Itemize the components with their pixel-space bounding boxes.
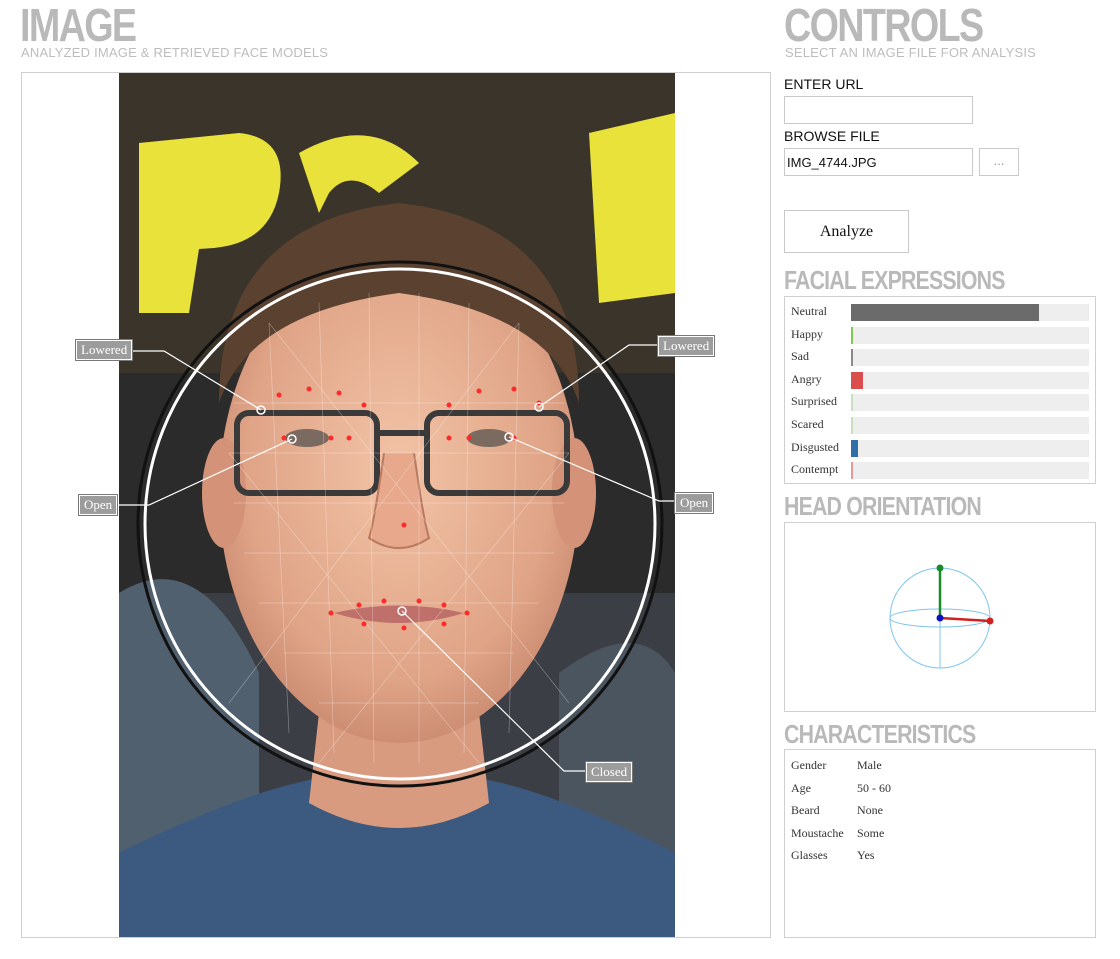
expression-bar-fill xyxy=(851,304,1040,321)
right-eye-tag: Open xyxy=(673,492,715,514)
expression-bar-track xyxy=(851,326,1089,344)
characteristic-key: Glasses xyxy=(791,848,828,862)
head-orientation-title: HEAD ORIENTATION xyxy=(784,491,982,521)
characteristic-row-age: Age 50 - 60 xyxy=(791,781,891,796)
expression-bar-fill xyxy=(851,394,853,412)
controls-section-subtitle: SELECT AN IMAGE FILE FOR ANALYSIS xyxy=(785,45,1037,60)
characteristic-key: Beard xyxy=(791,803,820,817)
expression-label: Scared xyxy=(791,417,824,431)
left-eye-tag: Open xyxy=(77,494,119,516)
expression-row-neutral: Neutral xyxy=(785,301,1089,323)
left-brow-tag: Lowered xyxy=(74,339,134,361)
browse-file-label: BROWSE FILE xyxy=(784,128,880,144)
z-axis-dot xyxy=(936,614,944,622)
expression-row-angry: Angry xyxy=(785,369,1089,391)
characteristic-key: Age xyxy=(791,780,811,795)
characteristic-row-glasses: Glasses Yes xyxy=(791,848,874,863)
characteristic-row-gender: Gender Male xyxy=(791,758,882,773)
expression-row-sad: Sad xyxy=(785,346,1089,368)
expression-bar-track xyxy=(851,349,1089,367)
controls-section-title: CONTROLS xyxy=(784,0,984,51)
facial-expressions-title: FACIAL EXPRESSIONS xyxy=(784,265,1005,295)
mouth-tag: Closed xyxy=(584,761,634,783)
x-axis-dot xyxy=(986,617,994,625)
right-brow-tag: Lowered xyxy=(656,335,716,357)
expression-bar-track xyxy=(851,371,1089,389)
y-axis-dot xyxy=(936,564,944,572)
characteristic-key: Moustache xyxy=(791,825,844,840)
characteristic-value: None xyxy=(857,803,883,817)
expression-bar-fill xyxy=(851,417,853,434)
expression-bar-track xyxy=(851,394,1089,412)
expression-bar-track xyxy=(851,417,1089,434)
characteristic-value: Some xyxy=(857,825,885,840)
characteristic-row-moustache: Moustache Some xyxy=(791,826,884,841)
x-axis-line xyxy=(939,616,991,623)
analyzed-photo xyxy=(119,73,675,937)
expression-bar-fill xyxy=(851,326,854,344)
facial-expressions-panel: Neutral Happy Sad Angry Surprised Scared Disgu… xyxy=(784,296,1096,484)
expression-label: Sad xyxy=(791,349,809,364)
analyze-button[interactable]: Analyze xyxy=(784,210,909,253)
expression-bar-track xyxy=(851,304,1089,321)
expression-label: Contempt xyxy=(791,462,839,477)
expression-bar-track xyxy=(851,462,1089,480)
url-label: ENTER URL xyxy=(784,76,864,92)
expression-bar-fill xyxy=(851,439,859,457)
characteristic-value: Male xyxy=(857,758,882,772)
characteristic-value: Yes xyxy=(857,848,875,862)
face-photo-illustration xyxy=(119,73,675,937)
expression-row-happy: Happy xyxy=(785,324,1089,346)
orientation-gizmo xyxy=(889,564,994,669)
expression-bar-fill xyxy=(851,371,863,389)
expression-bar-track xyxy=(851,439,1089,457)
characteristic-value: 50 - 60 xyxy=(857,780,891,795)
expression-label: Neutral xyxy=(791,304,827,318)
expression-label: Disgusted xyxy=(791,439,839,454)
browse-button[interactable]: ... xyxy=(979,148,1019,176)
expression-row-contempt: Contempt xyxy=(785,459,1089,481)
expression-row-surprised: Surprised xyxy=(785,391,1089,413)
expression-bar-fill xyxy=(851,349,854,367)
characteristics-title: CHARACTERISTICS xyxy=(784,719,976,749)
characteristic-row-beard: Beard None xyxy=(791,803,883,818)
image-section-subtitle: ANALYZED IMAGE & RETRIEVED FACE MODELS xyxy=(21,45,329,60)
expression-label: Angry xyxy=(791,371,822,386)
image-panel: Lowered Lowered Open Open Closed xyxy=(21,72,771,938)
file-name-field[interactable]: IMG_4744.JPG xyxy=(784,148,973,176)
characteristic-key: Gender xyxy=(791,758,827,772)
characteristics-panel: Gender Male Age 50 - 60 Beard None Moustache So… xyxy=(784,749,1096,938)
expression-row-disgusted: Disgusted xyxy=(785,437,1089,459)
expression-bar-fill xyxy=(851,462,853,480)
expression-label: Surprised xyxy=(791,394,837,409)
expression-row-scared: Scared xyxy=(785,414,1089,436)
expression-label: Happy xyxy=(791,326,823,341)
url-input[interactable] xyxy=(784,96,973,124)
head-orientation-panel xyxy=(784,522,1096,712)
image-section-title: IMAGE xyxy=(20,0,137,51)
